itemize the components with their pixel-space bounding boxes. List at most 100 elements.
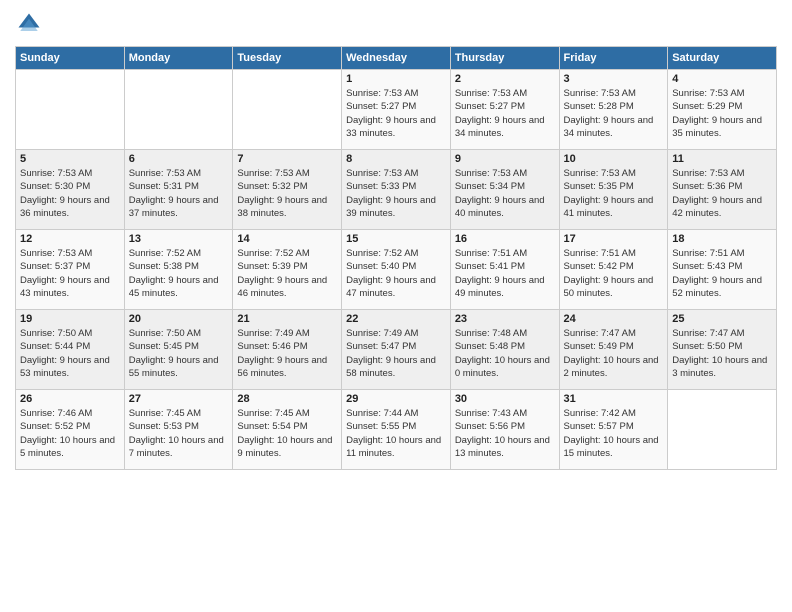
- calendar-cell: 24 Sunrise: 7:47 AMSunset: 5:49 PMDayligh…: [559, 310, 668, 390]
- calendar-week-3: 12 Sunrise: 7:53 AMSunset: 5:37 PMDayligh…: [16, 230, 777, 310]
- day-number: 9: [455, 153, 555, 165]
- calendar-cell: 22 Sunrise: 7:49 AMSunset: 5:47 PMDayligh…: [342, 310, 451, 390]
- day-info: Sunrise: 7:53 AMSunset: 5:37 PMDaylight:…: [20, 247, 120, 300]
- calendar-cell: 1 Sunrise: 7:53 AMSunset: 5:27 PMDaylight…: [342, 70, 451, 150]
- calendar-cell: 10 Sunrise: 7:53 AMSunset: 5:35 PMDayligh…: [559, 150, 668, 230]
- day-number: 10: [564, 153, 664, 165]
- weekday-header-monday: Monday: [124, 47, 233, 70]
- day-info: Sunrise: 7:50 AMSunset: 5:44 PMDaylight:…: [20, 327, 120, 380]
- day-info: Sunrise: 7:46 AMSunset: 5:52 PMDaylight:…: [20, 407, 120, 460]
- day-info: Sunrise: 7:43 AMSunset: 5:56 PMDaylight:…: [455, 407, 555, 460]
- day-info: Sunrise: 7:53 AMSunset: 5:27 PMDaylight:…: [346, 87, 446, 140]
- day-number: 4: [672, 73, 772, 85]
- day-number: 18: [672, 233, 772, 245]
- day-info: Sunrise: 7:51 AMSunset: 5:42 PMDaylight:…: [564, 247, 664, 300]
- logo-icon: [15, 10, 43, 38]
- day-info: Sunrise: 7:44 AMSunset: 5:55 PMDaylight:…: [346, 407, 446, 460]
- day-number: 1: [346, 73, 446, 85]
- day-info: Sunrise: 7:53 AMSunset: 5:34 PMDaylight:…: [455, 167, 555, 220]
- weekday-header-sunday: Sunday: [16, 47, 125, 70]
- day-info: Sunrise: 7:53 AMSunset: 5:29 PMDaylight:…: [672, 87, 772, 140]
- calendar-cell: 25 Sunrise: 7:47 AMSunset: 5:50 PMDayligh…: [668, 310, 777, 390]
- day-number: 19: [20, 313, 120, 325]
- day-number: 23: [455, 313, 555, 325]
- calendar-week-2: 5Sunrise: 7:53 AMSunset: 5:30 PMDaylight…: [16, 150, 777, 230]
- day-info: Sunrise: 7:53 AMSunset: 5:31 PMDaylight:…: [129, 167, 229, 220]
- header: [15, 10, 777, 38]
- day-info: Sunrise: 7:53 AMSunset: 5:32 PMDaylight:…: [237, 167, 337, 220]
- calendar-cell: 6 Sunrise: 7:53 AMSunset: 5:31 PMDaylight…: [124, 150, 233, 230]
- calendar-cell: 11Sunrise: 7:53 AMSunset: 5:36 PMDayligh…: [668, 150, 777, 230]
- day-info: Sunrise: 7:48 AMSunset: 5:48 PMDaylight:…: [455, 327, 555, 380]
- calendar-cell: 16Sunrise: 7:51 AMSunset: 5:41 PMDayligh…: [450, 230, 559, 310]
- calendar-cell: 3Sunrise: 7:53 AMSunset: 5:28 PMDaylight…: [559, 70, 668, 150]
- day-info: Sunrise: 7:53 AMSunset: 5:28 PMDaylight:…: [564, 87, 664, 140]
- calendar-cell: 30 Sunrise: 7:43 AMSunset: 5:56 PMDayligh…: [450, 390, 559, 470]
- calendar-cell: 26 Sunrise: 7:46 AMSunset: 5:52 PMDayligh…: [16, 390, 125, 470]
- calendar-cell: 23 Sunrise: 7:48 AMSunset: 5:48 PMDayligh…: [450, 310, 559, 390]
- day-number: 24: [564, 313, 664, 325]
- day-info: Sunrise: 7:50 AMSunset: 5:45 PMDaylight:…: [129, 327, 229, 380]
- day-info: Sunrise: 7:52 AMSunset: 5:39 PMDaylight:…: [237, 247, 337, 300]
- weekday-header-friday: Friday: [559, 47, 668, 70]
- calendar-week-4: 19 Sunrise: 7:50 AMSunset: 5:44 PMDayligh…: [16, 310, 777, 390]
- day-info: Sunrise: 7:45 AMSunset: 5:53 PMDaylight:…: [129, 407, 229, 460]
- page: SundayMondayTuesdayWednesdayThursdayFrid…: [0, 0, 792, 612]
- day-number: 16: [455, 233, 555, 245]
- day-number: 30: [455, 393, 555, 405]
- calendar-cell: 2 Sunrise: 7:53 AMSunset: 5:27 PMDaylight…: [450, 70, 559, 150]
- day-number: 6: [129, 153, 229, 165]
- day-number: 13: [129, 233, 229, 245]
- day-number: 26: [20, 393, 120, 405]
- calendar-cell: 19 Sunrise: 7:50 AMSunset: 5:44 PMDayligh…: [16, 310, 125, 390]
- day-info: Sunrise: 7:45 AMSunset: 5:54 PMDaylight:…: [237, 407, 337, 460]
- calendar-cell: 15 Sunrise: 7:52 AMSunset: 5:40 PMDayligh…: [342, 230, 451, 310]
- day-info: Sunrise: 7:53 AMSunset: 5:35 PMDaylight:…: [564, 167, 664, 220]
- calendar-cell: 29 Sunrise: 7:44 AMSunset: 5:55 PMDayligh…: [342, 390, 451, 470]
- day-info: Sunrise: 7:49 AMSunset: 5:46 PMDaylight:…: [237, 327, 337, 380]
- day-info: Sunrise: 7:47 AMSunset: 5:49 PMDaylight:…: [564, 327, 664, 380]
- calendar-cell: [124, 70, 233, 150]
- calendar-cell: 8Sunrise: 7:53 AMSunset: 5:33 PMDaylight…: [342, 150, 451, 230]
- calendar-cell: 9 Sunrise: 7:53 AMSunset: 5:34 PMDaylight…: [450, 150, 559, 230]
- day-number: 21: [237, 313, 337, 325]
- calendar-week-5: 26 Sunrise: 7:46 AMSunset: 5:52 PMDayligh…: [16, 390, 777, 470]
- day-number: 14: [237, 233, 337, 245]
- calendar-header-row: SundayMondayTuesdayWednesdayThursdayFrid…: [16, 47, 777, 70]
- calendar-cell: 13 Sunrise: 7:52 AMSunset: 5:38 PMDayligh…: [124, 230, 233, 310]
- calendar-week-1: 1 Sunrise: 7:53 AMSunset: 5:27 PMDaylight…: [16, 70, 777, 150]
- calendar-cell: [16, 70, 125, 150]
- calendar: SundayMondayTuesdayWednesdayThursdayFrid…: [15, 46, 777, 470]
- day-number: 22: [346, 313, 446, 325]
- calendar-cell: [668, 390, 777, 470]
- calendar-cell: 28 Sunrise: 7:45 AMSunset: 5:54 PMDayligh…: [233, 390, 342, 470]
- day-number: 20: [129, 313, 229, 325]
- day-info: Sunrise: 7:47 AMSunset: 5:50 PMDaylight:…: [672, 327, 772, 380]
- calendar-cell: 12 Sunrise: 7:53 AMSunset: 5:37 PMDayligh…: [16, 230, 125, 310]
- weekday-header-wednesday: Wednesday: [342, 47, 451, 70]
- day-info: Sunrise: 7:51 AMSunset: 5:43 PMDaylight:…: [672, 247, 772, 300]
- day-number: 11: [672, 153, 772, 165]
- calendar-cell: 18 Sunrise: 7:51 AMSunset: 5:43 PMDayligh…: [668, 230, 777, 310]
- weekday-header-thursday: Thursday: [450, 47, 559, 70]
- day-info: Sunrise: 7:42 AMSunset: 5:57 PMDaylight:…: [564, 407, 664, 460]
- calendar-cell: 17Sunrise: 7:51 AMSunset: 5:42 PMDayligh…: [559, 230, 668, 310]
- calendar-cell: [233, 70, 342, 150]
- day-number: 28: [237, 393, 337, 405]
- day-info: Sunrise: 7:52 AMSunset: 5:40 PMDaylight:…: [346, 247, 446, 300]
- day-number: 31: [564, 393, 664, 405]
- day-number: 25: [672, 313, 772, 325]
- day-number: 7: [237, 153, 337, 165]
- logo: [15, 10, 47, 38]
- day-number: 15: [346, 233, 446, 245]
- day-info: Sunrise: 7:52 AMSunset: 5:38 PMDaylight:…: [129, 247, 229, 300]
- day-info: Sunrise: 7:49 AMSunset: 5:47 PMDaylight:…: [346, 327, 446, 380]
- day-number: 12: [20, 233, 120, 245]
- weekday-header-tuesday: Tuesday: [233, 47, 342, 70]
- day-number: 2: [455, 73, 555, 85]
- calendar-cell: 5Sunrise: 7:53 AMSunset: 5:30 PMDaylight…: [16, 150, 125, 230]
- day-info: Sunrise: 7:53 AMSunset: 5:30 PMDaylight:…: [20, 167, 120, 220]
- calendar-cell: 20 Sunrise: 7:50 AMSunset: 5:45 PMDayligh…: [124, 310, 233, 390]
- day-info: Sunrise: 7:53 AMSunset: 5:27 PMDaylight:…: [455, 87, 555, 140]
- day-number: 29: [346, 393, 446, 405]
